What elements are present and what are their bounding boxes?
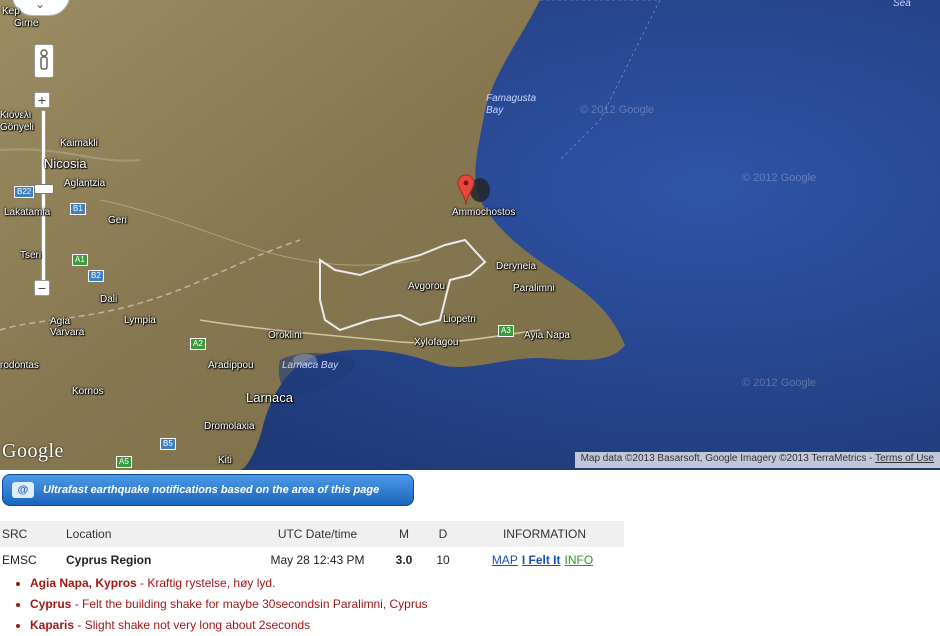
map-label-gonyeli: Gönyeli xyxy=(0,122,34,133)
map-label-kiti: Kiti xyxy=(218,455,232,466)
map-link[interactable]: MAP xyxy=(492,553,518,567)
road-shield-b22: B22 xyxy=(14,186,35,198)
cell-magnitude: 3.0 xyxy=(395,553,413,567)
report-place: Cyprus xyxy=(30,597,72,611)
cell-depth: 10 xyxy=(436,553,450,567)
info-link[interactable]: INFO xyxy=(565,553,594,567)
cell-information: MAP I Felt It INFO xyxy=(465,547,624,573)
map-label-oroklini: Oroklini xyxy=(268,330,302,341)
street-view-pegman-icon[interactable] xyxy=(34,44,54,78)
earthquake-pin-icon[interactable] xyxy=(456,174,476,211)
map-label-aglantzia: Aglantzia xyxy=(64,178,106,189)
report-place: Agia Napa, Kypros xyxy=(30,576,137,590)
google-logo: Google xyxy=(2,440,64,462)
table-header-row: SRC Location UTC Date/time M D INFORMATI… xyxy=(0,521,624,547)
notification-envelope-icon: @ xyxy=(12,482,34,498)
map-label-ayia-napa: Ayia Napa xyxy=(524,330,570,341)
road-shield-a1: A1 xyxy=(72,254,88,266)
header-date: UTC Date/time xyxy=(248,521,387,547)
map-label-famagusta-bay: Famagusta Bay xyxy=(486,93,537,116)
report-text: - Felt the building shake for maybe 30se… xyxy=(71,597,428,611)
map-label-kornos: Kornos xyxy=(72,386,104,397)
map-label-geri: Geri xyxy=(108,215,127,226)
notification-banner-button[interactable]: @ Ultrafast earthquake notifications bas… xyxy=(2,474,414,506)
earthquake-table: SRC Location UTC Date/time M D INFORMATI… xyxy=(0,521,624,573)
chevron-down-icon: ⌄ xyxy=(35,0,46,11)
map-label-agia-varvara: Agia Varvara xyxy=(50,316,85,338)
map-label-kiovelli: Κιόνελι xyxy=(0,110,32,121)
map-label-rodontas: rodontas xyxy=(0,360,39,371)
map-view[interactable]: ⌄ + − Kep Girne Sea Famagusta Bay Κιόνελ… xyxy=(0,0,940,470)
i-felt-it-link[interactable]: I Felt It xyxy=(522,553,561,567)
road-shield-b2: B2 xyxy=(88,270,104,282)
map-label-lakatamia: Lakatamia xyxy=(4,207,51,218)
header-src: SRC xyxy=(0,521,64,547)
zoom-slider-track[interactable] xyxy=(41,110,46,282)
map-label-dali: Dali xyxy=(100,294,118,305)
list-item: Cyprus - Felt the building shake for may… xyxy=(30,594,428,615)
map-label-lympia: Lympia xyxy=(124,315,156,326)
cell-date: May 28 12:43 PM xyxy=(270,553,365,567)
road-shield-a5: A5 xyxy=(116,456,132,468)
map-watermark: © 2012 Google xyxy=(742,377,817,389)
table-row: EMSC Cyprus Region May 28 12:43 PM 3.0 1… xyxy=(0,547,624,573)
header-d: D xyxy=(421,521,465,547)
list-item: Agia Napa, Kypros - Kraftig rystelse, hø… xyxy=(30,573,428,594)
map-label-deryneia: Deryneia xyxy=(496,261,537,272)
map-attribution: Map data ©2013 Basarsoft, Google Imagery… xyxy=(574,452,940,468)
road-shield-a3: A3 xyxy=(498,325,514,337)
map-label-sea: Sea xyxy=(893,0,911,9)
zoom-in-button[interactable]: + xyxy=(34,92,50,108)
map-label-aradippou: Aradippou xyxy=(208,360,254,371)
banner-text: Ultrafast earthquake notifications based… xyxy=(43,484,380,496)
report-text: - Kraftig rystelse, høy lyd. xyxy=(136,576,276,590)
cell-src: EMSC xyxy=(2,553,37,567)
map-label-tseri: Tseri xyxy=(20,250,42,261)
attribution-text: Map data ©2013 Basarsoft, Google Imagery… xyxy=(580,453,873,464)
header-information: INFORMATION xyxy=(465,521,624,547)
road-shield-b1: B1 xyxy=(70,203,86,215)
road-shield-a2: A2 xyxy=(190,338,206,350)
header-location: Location xyxy=(64,521,248,547)
map-label-larnaca-bay: Larnaca Bay xyxy=(282,360,339,371)
map-label-girne: Girne xyxy=(14,18,39,29)
map-label-larnaca: Larnaca xyxy=(246,390,293,405)
felt-reports-list: Agia Napa, Kypros - Kraftig rystelse, hø… xyxy=(0,573,428,636)
satellite-imagery xyxy=(0,0,940,470)
map-label-avgorou: Avgorou xyxy=(408,281,446,292)
map-label-kep: Kep xyxy=(2,6,20,17)
terms-of-use-link[interactable]: Terms of Use xyxy=(875,453,934,464)
map-label-xylofagou: Xylofagou xyxy=(414,337,459,348)
list-item: Kaparis - Slight shake not very long abo… xyxy=(30,615,428,636)
map-label-paralimni: Paralimni xyxy=(513,283,555,294)
zoom-out-button[interactable]: − xyxy=(34,280,50,296)
header-m: M xyxy=(387,521,421,547)
map-label-kaimakli: Kaimakli xyxy=(60,138,98,149)
map-label-liopetri: Liopetri xyxy=(443,314,476,325)
zoom-slider-thumb[interactable] xyxy=(34,184,54,194)
map-label-dromolaxia: Dromolaxia xyxy=(204,421,255,432)
map-watermark: © 2012 Google xyxy=(742,172,817,184)
map-label-nicosia: Nicosia xyxy=(44,156,87,171)
road-shield-b5: B5 xyxy=(160,438,176,450)
map-watermark: © 2012 Google xyxy=(580,104,655,116)
cell-location: Cyprus Region xyxy=(66,553,152,567)
